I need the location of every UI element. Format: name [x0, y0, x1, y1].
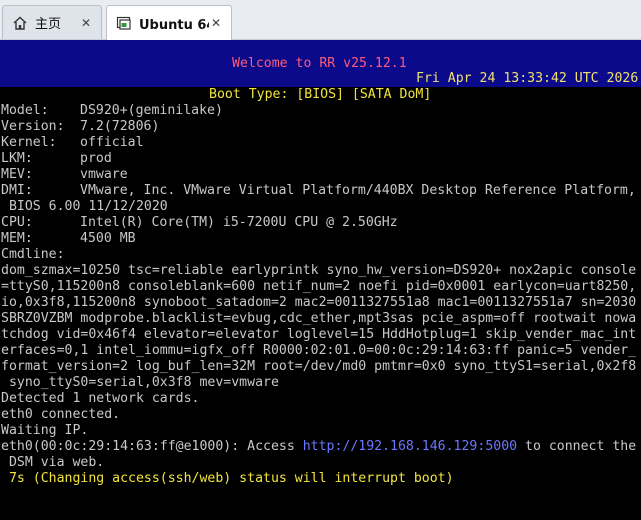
info-value: 7.2(72806)	[80, 119, 160, 134]
access-line: eth0(00:0c:29:14:63:ff@e1000): Access ht…	[1, 439, 636, 455]
tab-ubuntu-vm[interactable]: Ubuntu 64 位 ✕	[106, 5, 232, 40]
cmdline-line: format_version=2 log_buf_len=32M root=/d…	[1, 359, 637, 374]
welcome-banner: Welcome to RR v25.12.1	[232, 56, 407, 71]
cmdline-line: tchdog vid=0x46f4 elevator=elevator logl…	[1, 327, 637, 342]
cmdline-line: SBRZ0VZBM modprobe.blacklist=evbug,cdc_e…	[1, 311, 637, 326]
info-row: Version: 7.2(72806)	[1, 119, 159, 135]
cmdline-line: erfaces=0,1 intel_iommu=igfx_off R0000:0…	[1, 343, 637, 358]
close-icon[interactable]: ✕	[209, 16, 223, 30]
info-key: MEM:	[1, 231, 33, 246]
status-line: eth0 connected.	[1, 407, 121, 422]
info-row: BIOS 6.00 11/12/2020	[1, 199, 168, 215]
close-icon[interactable]: ✕	[79, 16, 93, 30]
info-row: CPU: Intel(R) Core(TM) i5-7200U CPU @ 2.5…	[1, 215, 398, 231]
access-url-link[interactable]: http://192.168.146.129:5000	[303, 439, 517, 454]
tab-label: Ubuntu 64 位	[139, 17, 209, 33]
cmdline-line: io,0x3f8,115200n8 synoboot_satadom=2 mac…	[1, 295, 637, 310]
tab-label: 主页	[35, 17, 62, 32]
info-value: Intel(R) Core(TM) i5-7200U CPU @ 2.50GHz	[80, 215, 398, 230]
info-key: DMI:	[1, 183, 33, 198]
info-row: MEM: 4500 MB	[1, 231, 136, 247]
info-key: Cmdline:	[1, 247, 65, 262]
access-prefix: eth0(00:0c:29:14:63:ff@e1000): Access	[1, 439, 303, 454]
info-key: Version:	[1, 119, 65, 134]
info-row: Model: DS920+(geminilake)	[1, 103, 223, 119]
status-line: Detected 1 network cards.	[1, 391, 200, 406]
info-row: MEV: vmware	[1, 167, 128, 183]
info-row: LKM: prod	[1, 151, 112, 167]
info-key: Model:	[1, 103, 49, 118]
info-value: prod	[80, 151, 112, 166]
countdown-line: 7s (Changing access(ssh/web) status will…	[1, 471, 454, 486]
access-line-2: DSM via web.	[1, 455, 105, 470]
info-row: Cmdline:	[1, 247, 80, 263]
info-value: DS920+(geminilake)	[80, 103, 223, 118]
info-key: MEV:	[1, 167, 33, 182]
vm-console[interactable]: Welcome to RR v25.12.1 Fri Apr 24 13:33:…	[0, 40, 641, 520]
datetime: Fri Apr 24 13:33:42 UTC 2026	[416, 71, 639, 86]
tab-home[interactable]: 主页 ✕	[2, 5, 102, 39]
cmdline-line: dom_szmax=10250 tsc=reliable earlyprintk…	[1, 263, 637, 278]
info-value: BIOS 6.00 11/12/2020	[1, 199, 168, 214]
access-suffix: to connect the	[517, 439, 637, 454]
info-value: official	[80, 135, 144, 150]
info-value: VMware, Inc. VMware Virtual Platform/440…	[80, 183, 636, 198]
home-icon	[11, 14, 29, 32]
tab-bar: 主页 ✕ Ubuntu 64 位 ✕	[0, 0, 641, 40]
info-value: 4500 MB	[80, 231, 136, 246]
status-line: Waiting IP.	[1, 423, 89, 438]
info-key: Kernel:	[1, 135, 57, 150]
info-key: LKM:	[1, 151, 33, 166]
vm-icon	[115, 14, 133, 32]
cmdline-line: =ttyS0,115200n8 consoleblank=600 netif_n…	[1, 279, 637, 294]
info-row: Kernel: official	[1, 135, 144, 151]
boot-type: Boot Type: [BIOS] [SATA DoM]	[209, 87, 432, 102]
info-key: CPU:	[1, 215, 33, 230]
info-value: vmware	[80, 167, 128, 182]
cmdline-line: syno_ttyS0=serial,0x3f8 mev=vmware	[1, 375, 279, 390]
info-row: DMI: VMware, Inc. VMware Virtual Platform…	[1, 183, 636, 199]
